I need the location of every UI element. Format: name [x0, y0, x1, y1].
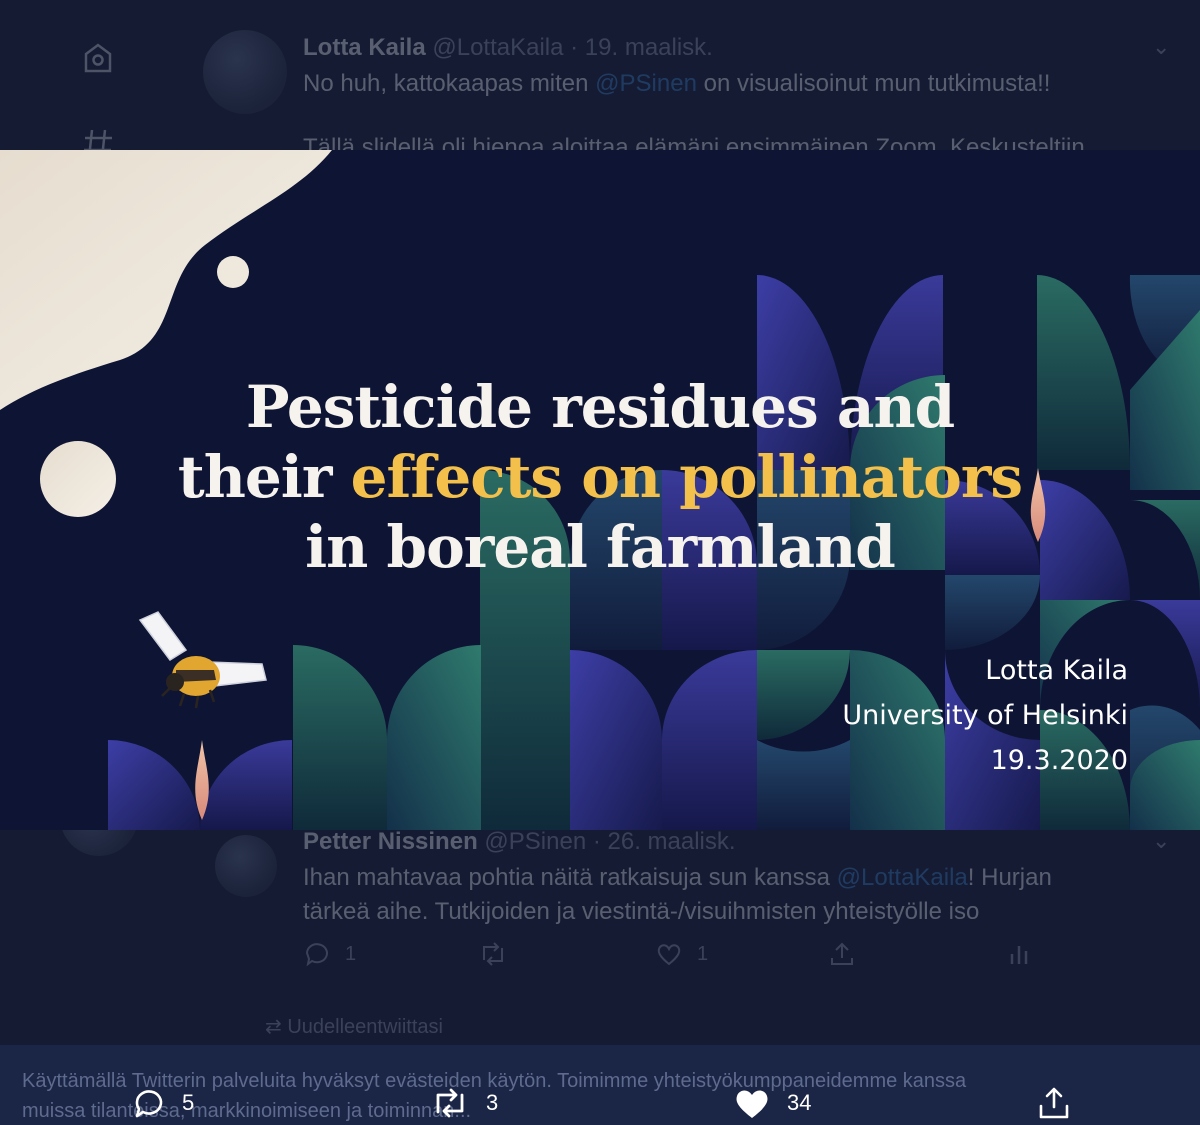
tweet-media-image[interactable]: Pesticide residues and their effects on …	[0, 150, 1200, 830]
mention-link[interactable]: @PSinen	[595, 70, 697, 97]
share-icon	[831, 942, 853, 965]
tweet-date[interactable]: · 19. maalisk.	[570, 34, 713, 61]
home-icon[interactable]	[78, 38, 118, 78]
slide-affiliation: University of Helsinki	[842, 700, 1128, 731]
tweet-author[interactable]: Lotta Kaila @LottaKaila · 19. maalisk.	[303, 34, 713, 62]
mention-link[interactable]: @LottaKaila	[837, 864, 968, 891]
tweet-date[interactable]: · 26. maalisk.	[593, 828, 736, 855]
retweet-count: 3	[486, 1090, 499, 1115]
retweet-icon	[483, 942, 503, 966]
cream-blob	[0, 150, 332, 410]
like-button[interactable]: 34	[733, 1083, 811, 1123]
author-handle[interactable]: @LottaKaila	[432, 34, 563, 61]
analytics-icon	[1010, 946, 1028, 964]
avatar[interactable]	[203, 30, 287, 114]
slide-title-line3: in boreal farmland	[305, 513, 896, 581]
tweet-text-line2: tärkeä aihe. Tutkijoiden ja viestintä-/v…	[303, 898, 980, 925]
retweet-icon	[436, 1088, 464, 1118]
heart-icon	[736, 1090, 768, 1118]
chevron-down-icon[interactable]: ⌄	[1152, 828, 1170, 854]
reply-count: 1	[345, 942, 357, 965]
chevron-down-icon[interactable]: ⌄	[1152, 34, 1170, 60]
retweeted-label: ⇄ Uudelleentwiittasi	[265, 1014, 443, 1039]
title-text: their	[177, 443, 351, 511]
retweet-button[interactable]: 3	[430, 1083, 498, 1123]
tweet-text-part: Ihan mahtavaa pohtia näitä ratkaisuja su…	[303, 864, 837, 891]
tweet-text: No huh, kattokaapas miten @PSinen on vis…	[303, 70, 1050, 98]
bee-illustration	[138, 611, 267, 709]
cookie-text: muissa tilanteissa, markkinoimiseen ja t…	[22, 1100, 472, 1122]
like-button[interactable]: 1	[655, 940, 708, 968]
reply-count: 5	[182, 1090, 195, 1115]
title-highlight: effects on pollinators	[350, 443, 1023, 511]
reply-button[interactable]: 1	[303, 940, 356, 968]
reply-icon	[135, 1090, 163, 1118]
tweet-text-part: No huh, kattokaapas miten	[303, 70, 596, 97]
retweet-button[interactable]	[478, 940, 508, 968]
author-handle[interactable]: @PSinen	[484, 828, 586, 855]
slide-title-line1: Pesticide residues and	[245, 373, 955, 441]
small-moon	[217, 256, 249, 288]
slide-date: 19.3.2020	[990, 745, 1128, 776]
analytics-button[interactable]	[1005, 940, 1033, 968]
tweet-author[interactable]: Petter Nissinen @PSinen · 26. maalisk.	[303, 828, 736, 856]
share-icon	[1039, 1087, 1069, 1119]
heart-icon	[657, 944, 681, 966]
slide-author: Lotta Kaila	[985, 655, 1128, 686]
share-button[interactable]	[1036, 1083, 1072, 1123]
author-name[interactable]: Lotta Kaila	[303, 34, 426, 61]
retweeted-text: Uudelleentwiittasi	[287, 1016, 443, 1038]
tweet-text-part: ! Hurjan	[967, 864, 1052, 891]
like-count: 1	[697, 942, 709, 965]
avatar[interactable]	[215, 835, 277, 897]
author-name[interactable]: Petter Nissinen	[303, 828, 478, 855]
reply-icon	[305, 943, 328, 967]
retweet-small-icon: ⇄	[265, 1016, 288, 1038]
tweet-text-part: on visualisoinut mun tutkimusta!!	[696, 70, 1051, 97]
slide-title-line2: their effects on pollinators	[0, 442, 1200, 512]
like-count: 34	[787, 1090, 812, 1115]
reply-button[interactable]: 5	[132, 1083, 194, 1123]
tweet-text: Ihan mahtavaa pohtia näitä ratkaisuja su…	[303, 864, 1052, 892]
share-button[interactable]	[828, 940, 856, 968]
